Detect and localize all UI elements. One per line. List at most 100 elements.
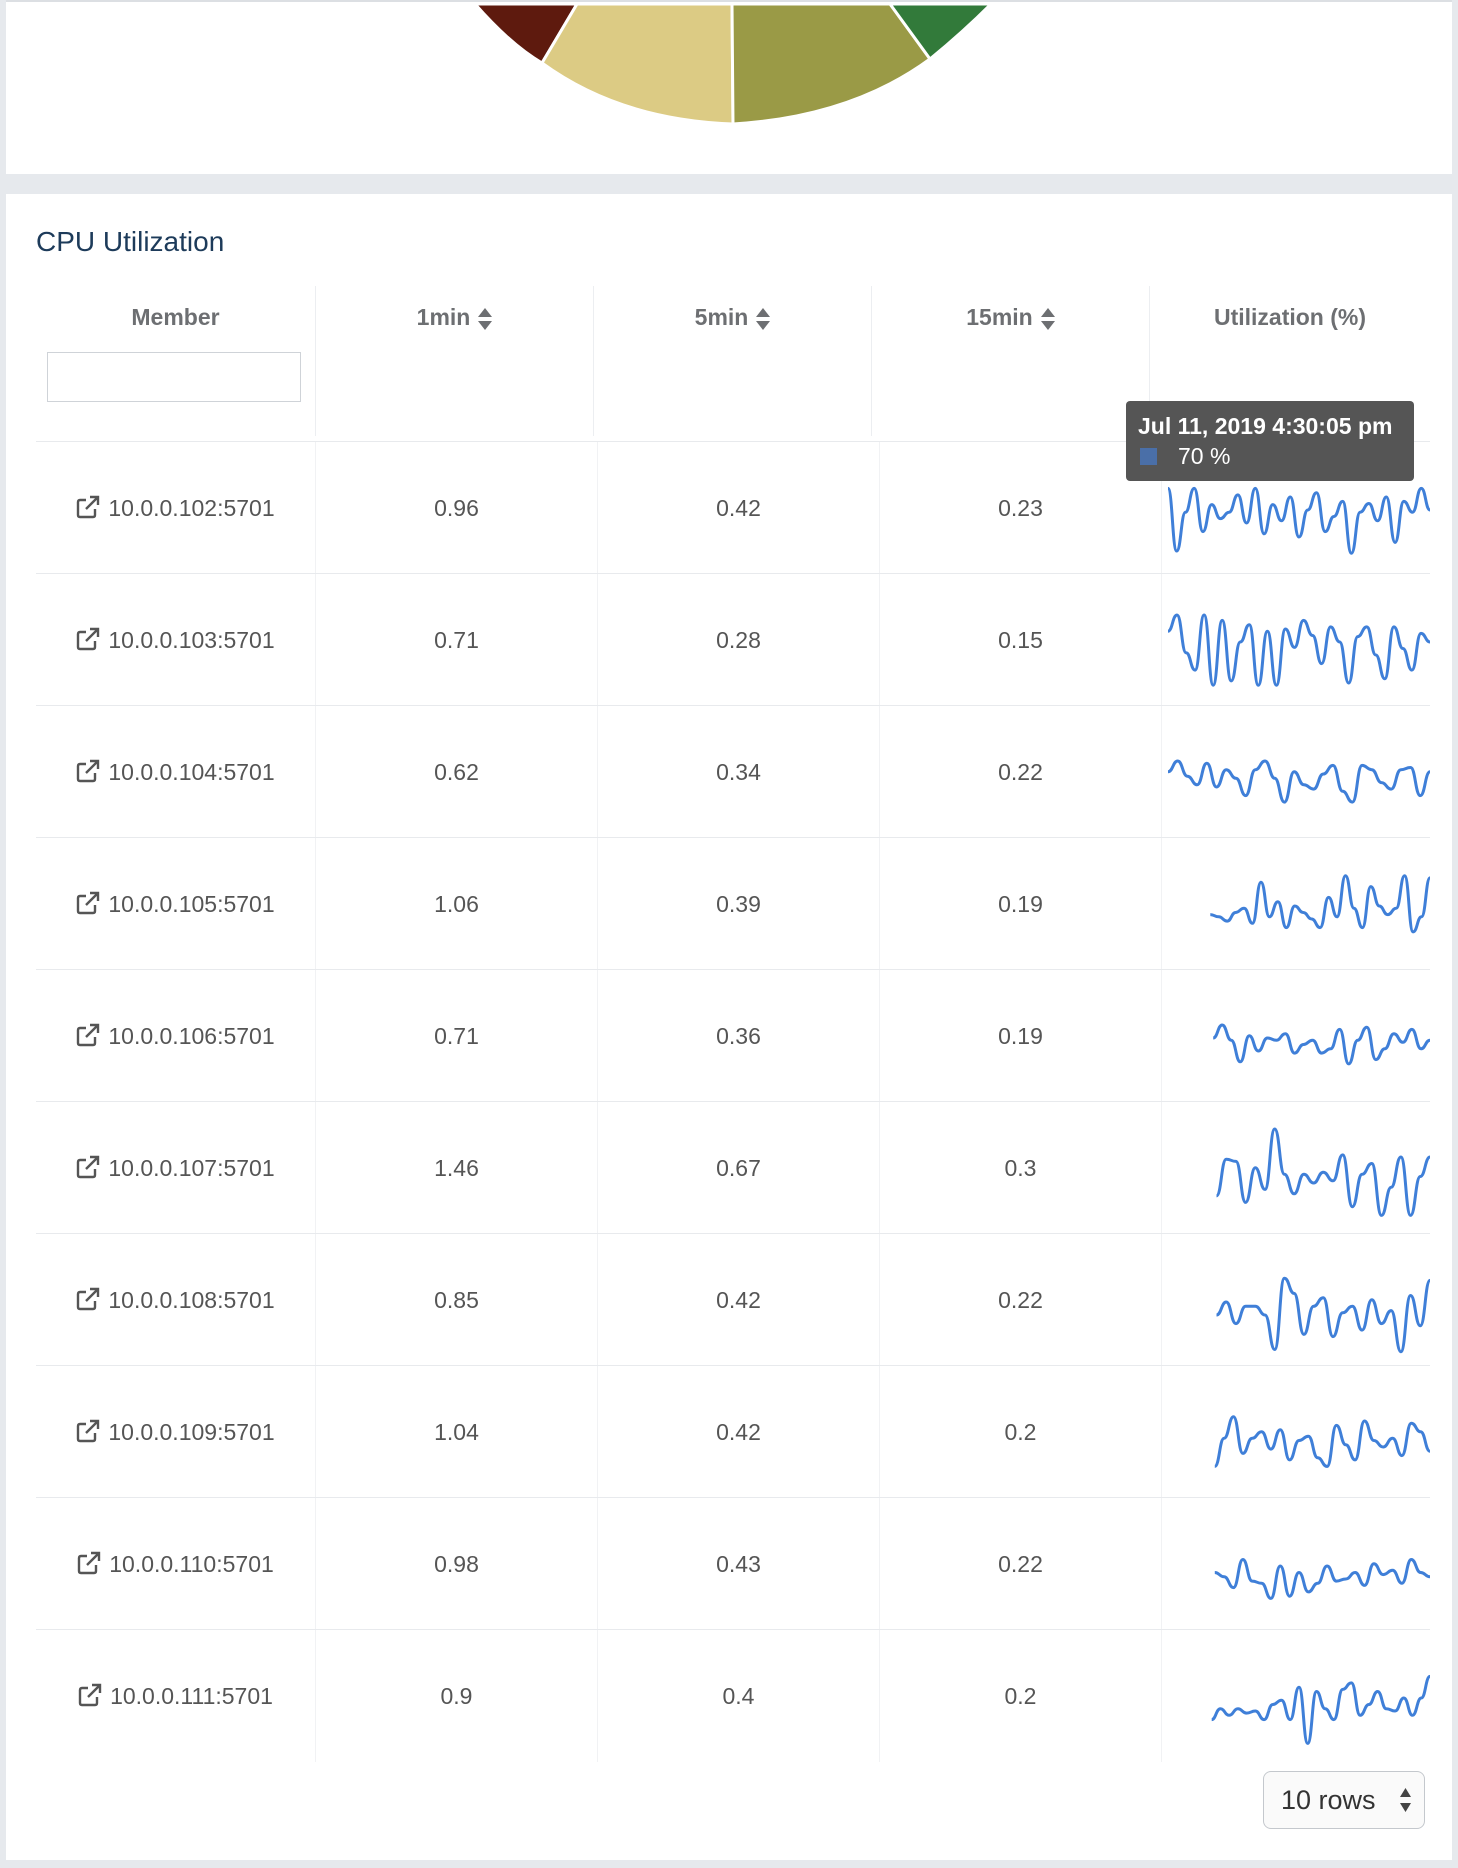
sparkline-tooltip: Jul 11, 2019 4:30:05 pm 70 % (1126, 401, 1414, 481)
tooltip-value: 70 % (1178, 443, 1231, 469)
chart-panel (6, 0, 1452, 174)
load-15min-cell: 0.2 (880, 1366, 1162, 1498)
column-header-15min[interactable]: 15min (872, 286, 1150, 436)
external-link-icon[interactable] (78, 1683, 104, 1707)
member-cell[interactable]: 10.0.0.107:5701 (36, 1102, 316, 1234)
member-address[interactable]: 10.0.0.109:5701 (108, 1419, 274, 1445)
utilization-sparkline[interactable] (1168, 706, 1430, 838)
member-cell[interactable]: 10.0.0.110:5701 (36, 1498, 316, 1630)
table-row: 10.0.0.105:5701 1.06 0.39 0.19 (36, 837, 1430, 970)
external-link-icon[interactable] (76, 891, 102, 915)
member-address[interactable]: 10.0.0.104:5701 (108, 759, 274, 785)
load-1min-cell: 0.9 (316, 1630, 598, 1762)
member-address[interactable]: 10.0.0.102:5701 (108, 495, 274, 521)
member-cell[interactable]: 10.0.0.108:5701 (36, 1234, 316, 1366)
member-filter-input[interactable] (47, 352, 301, 402)
pie-slice-olive[interactable] (730, 2, 933, 126)
external-link-icon[interactable] (76, 1155, 102, 1179)
member-cell[interactable]: 10.0.0.103:5701 (36, 574, 316, 706)
member-address[interactable]: 10.0.0.103:5701 (108, 627, 274, 653)
load-15min-cell: 0.2 (880, 1630, 1162, 1762)
column-header-member: Member (36, 286, 316, 436)
column-header-5min-label: 5min (694, 304, 749, 330)
member-address[interactable]: 10.0.0.111:5701 (110, 1683, 273, 1709)
load-15min-cell: 0.19 (880, 838, 1162, 970)
load-5min-cell: 0.34 (598, 706, 880, 838)
external-link-icon[interactable] (76, 1419, 102, 1443)
load-1min-cell: 0.98 (316, 1498, 598, 1630)
sparkline-series (1210, 874, 1430, 934)
tooltip-time: Jul 11, 2019 4:30:05 pm (1138, 413, 1393, 439)
load-5min-cell: 0.42 (598, 1366, 880, 1498)
column-header-1min-label: 1min (416, 304, 471, 330)
panel-title: CPU Utilization (36, 226, 225, 257)
table-row: 10.0.0.106:5701 0.71 0.36 0.19 (36, 969, 1430, 1102)
column-header-15min-label: 15min (966, 304, 1033, 330)
member-cell[interactable]: 10.0.0.105:5701 (36, 838, 316, 970)
table-row: 10.0.0.103:5701 0.71 0.28 0.15 (36, 573, 1430, 706)
external-link-icon[interactable] (76, 759, 102, 783)
pie-slice-tan[interactable] (540, 2, 735, 126)
external-link-icon[interactable] (77, 1551, 103, 1575)
member-cell[interactable]: 10.0.0.109:5701 (36, 1366, 316, 1498)
load-5min-cell: 0.4 (598, 1630, 880, 1762)
load-5min-cell: 0.42 (598, 1234, 880, 1366)
member-address[interactable]: 10.0.0.107:5701 (108, 1155, 274, 1181)
load-5min-cell: 0.36 (598, 970, 880, 1102)
column-header-5min[interactable]: 5min (594, 286, 872, 436)
member-cell[interactable]: 10.0.0.102:5701 (36, 442, 316, 574)
member-cell[interactable]: 10.0.0.111:5701 (36, 1630, 316, 1762)
sparkline-series (1213, 1415, 1430, 1468)
utilization-sparkline[interactable] (1168, 970, 1430, 1102)
rows-per-page-select[interactable]: 10 rows (1263, 1771, 1425, 1829)
sort-icon (1040, 307, 1055, 330)
external-link-icon[interactable] (76, 627, 102, 651)
member-address[interactable]: 10.0.0.106:5701 (108, 1023, 274, 1049)
load-5min-cell: 0.67 (598, 1102, 880, 1234)
external-link-icon[interactable] (76, 1023, 102, 1047)
load-1min-cell: 0.85 (316, 1234, 598, 1366)
sparkline-series (1212, 1023, 1430, 1066)
load-1min-cell: 0.71 (316, 970, 598, 1102)
utilization-sparkline[interactable] (1168, 1366, 1430, 1498)
load-5min-cell: 0.39 (598, 838, 880, 970)
member-address[interactable]: 10.0.0.105:5701 (108, 891, 274, 917)
sparkline-series (1216, 1276, 1430, 1354)
utilization-sparkline[interactable] (1168, 574, 1430, 706)
sparkline-series (1215, 1127, 1430, 1217)
load-15min-cell: 0.22 (880, 1234, 1162, 1366)
sparkline-series (1214, 1557, 1430, 1600)
table-row: 10.0.0.108:5701 0.85 0.42 0.22 (36, 1233, 1430, 1366)
load-1min-cell: 1.46 (316, 1102, 598, 1234)
load-15min-cell: 0.19 (880, 970, 1162, 1102)
utilization-sparkline[interactable] (1168, 1498, 1430, 1630)
member-address[interactable]: 10.0.0.110:5701 (109, 1551, 274, 1577)
external-link-icon[interactable] (76, 1287, 102, 1311)
utilization-sparkline[interactable] (1168, 1102, 1430, 1234)
pie-chart (471, 2, 995, 126)
tooltip-series-swatch (1140, 448, 1157, 465)
load-15min-cell: 0.22 (880, 706, 1162, 838)
select-arrows-icon (1400, 1788, 1411, 1812)
sparkline-series (1168, 613, 1430, 687)
load-5min-cell: 0.42 (598, 442, 880, 574)
utilization-sparkline[interactable] (1168, 1630, 1430, 1762)
member-cell[interactable]: 10.0.0.106:5701 (36, 970, 316, 1102)
load-1min-cell: 0.62 (316, 706, 598, 838)
column-header-1min[interactable]: 1min (316, 286, 594, 436)
utilization-sparkline[interactable] (1168, 1234, 1430, 1366)
load-1min-cell: 0.96 (316, 442, 598, 574)
external-link-icon[interactable] (76, 495, 102, 519)
utilization-sparkline[interactable] (1168, 838, 1430, 970)
sort-icon (756, 307, 771, 330)
table-row: 10.0.0.109:5701 1.04 0.42 0.2 (36, 1365, 1430, 1498)
member-cell[interactable]: 10.0.0.104:5701 (36, 706, 316, 838)
member-address[interactable]: 10.0.0.108:5701 (108, 1287, 274, 1313)
load-5min-cell: 0.43 (598, 1498, 880, 1630)
load-15min-cell: 0.15 (880, 574, 1162, 706)
column-header-member-label: Member (131, 304, 220, 330)
table-row: 10.0.0.107:5701 1.46 0.67 0.3 (36, 1101, 1430, 1234)
load-1min-cell: 1.04 (316, 1366, 598, 1498)
sort-icon (478, 307, 493, 330)
load-15min-cell: 0.22 (880, 1498, 1162, 1630)
